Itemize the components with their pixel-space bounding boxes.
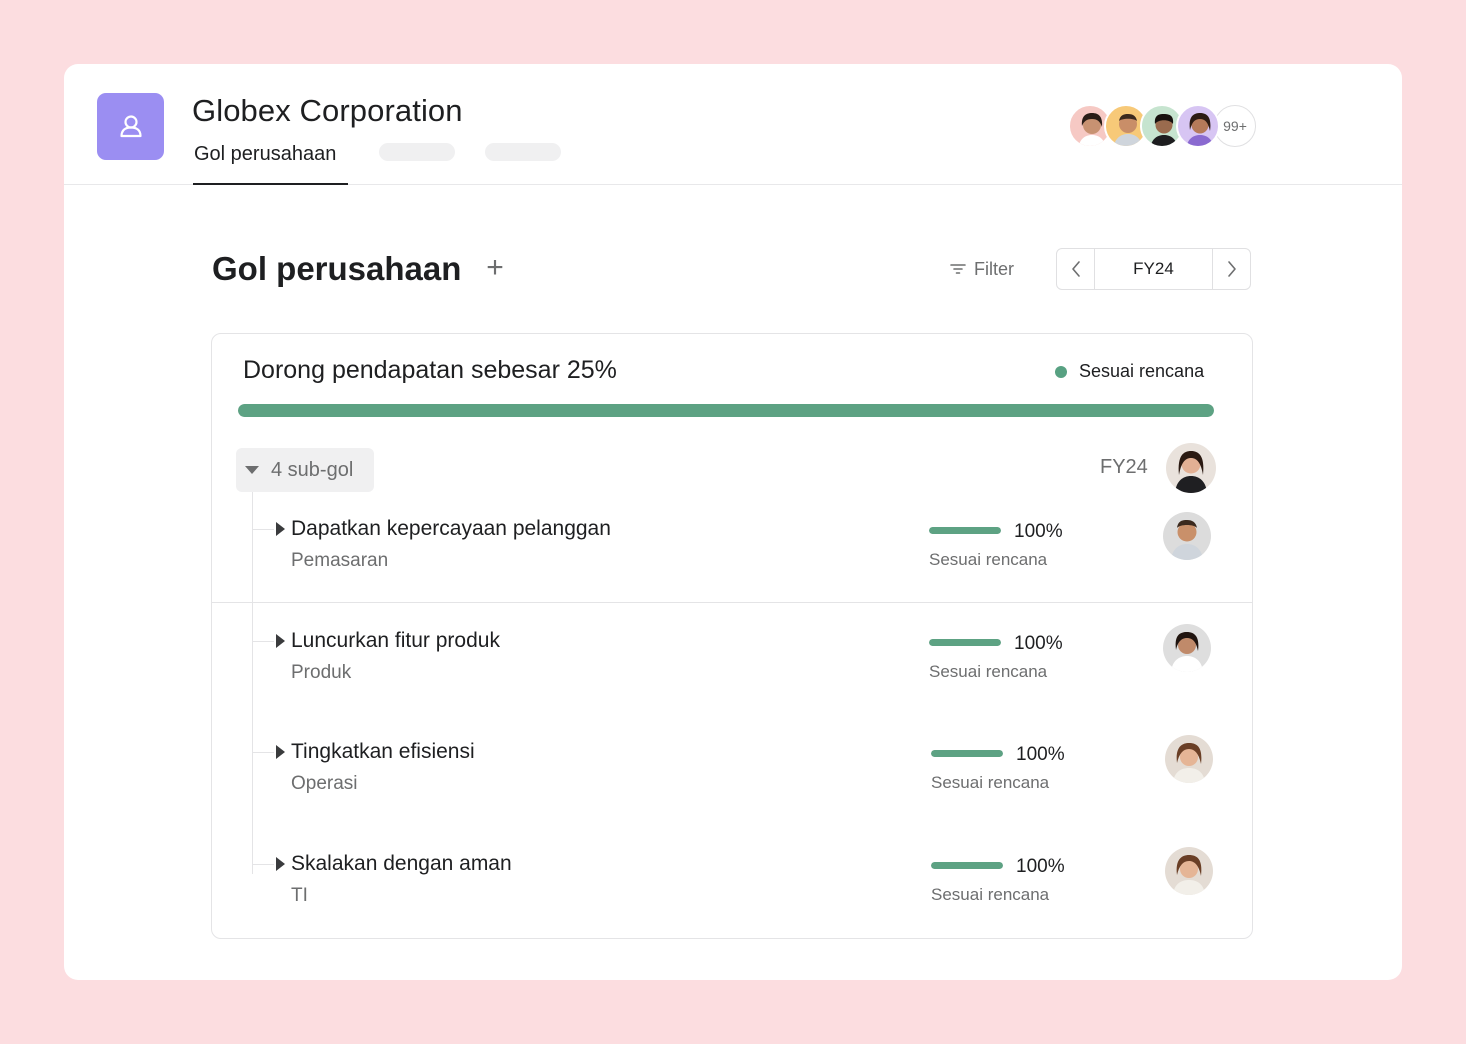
status-badge: Sesuai rencana — [1055, 361, 1204, 382]
subgoal-percent: 100% — [1014, 633, 1063, 654]
row-divider — [212, 602, 1252, 603]
caret-right-icon[interactable] — [276, 522, 285, 536]
avatar[interactable] — [1163, 512, 1211, 560]
member-avatars[interactable]: 99+ — [1068, 104, 1256, 148]
team-icon[interactable] — [97, 93, 164, 160]
goal-progress-fill — [238, 404, 1214, 417]
subgoal-status: Sesuai rencana — [929, 550, 1048, 569]
subgoal-progress-fill — [931, 750, 1003, 757]
list-item[interactable]: Luncurkan fitur produk Produk 100% Sesua… — [212, 613, 1252, 725]
status-dot — [1055, 365, 1067, 378]
page-title: Gol perusahaan — [212, 250, 462, 287]
goal-card[interactable]: Dorong pendapatan sebesar 25% Sesuai ren… — [211, 333, 1253, 939]
subgoal-percent: 100% — [1016, 744, 1065, 765]
subgoal-progress-bar — [931, 862, 1003, 869]
goal-progress-bar — [238, 404, 1214, 417]
caret-right-icon[interactable] — [276, 745, 285, 759]
chevron-left-icon[interactable] — [1057, 249, 1095, 289]
subgoals-toggle[interactable]: 4 sub-gol — [236, 448, 374, 492]
subgoal-percent: 100% — [1014, 521, 1063, 542]
subgoal-progress-bar — [931, 750, 1003, 757]
period-label[interactable]: FY24 — [1095, 249, 1212, 289]
tab-placeholder[interactable] — [485, 143, 561, 161]
goals-window: Globex Corporation Gol perusahaan 99+ Go… — [64, 64, 1402, 980]
subgoal-status: Sesuai rencana — [931, 885, 1050, 904]
subgoal-status: Sesuai rencana — [929, 662, 1048, 681]
subgoals-count: 4 sub-gol — [271, 458, 354, 481]
subgoal-team: Operasi — [291, 773, 358, 794]
subgoal-name[interactable]: Tingkatkan efisiensi — [291, 740, 475, 764]
avatar[interactable] — [1163, 624, 1211, 672]
subgoal-name[interactable]: Skalakan dengan aman — [291, 852, 512, 876]
tree-branch — [252, 864, 274, 865]
subgoal-name[interactable]: Luncurkan fitur produk — [291, 629, 500, 653]
org-title: Globex Corporation — [192, 93, 463, 128]
chevron-right-icon[interactable] — [1212, 249, 1250, 289]
subgoal-team: TI — [291, 885, 308, 906]
caret-right-icon[interactable] — [276, 634, 285, 648]
list-item[interactable]: Skalakan dengan aman TI 100% Sesuai renc… — [212, 836, 1252, 948]
header: Globex Corporation Gol perusahaan 99+ — [64, 64, 1402, 185]
subgoal-progress-bar — [929, 639, 1001, 646]
member-overflow-count[interactable]: 99+ — [1214, 105, 1256, 147]
list-item[interactable]: Dapatkan kepercayaan pelanggan Pemasaran… — [212, 501, 1252, 613]
subgoal-progress-fill — [929, 639, 1001, 646]
period-selector: FY24 — [1056, 248, 1251, 290]
subgoal-progress-bar — [929, 527, 1001, 534]
goal-period: FY24 — [1100, 456, 1148, 478]
caret-down-icon — [245, 466, 259, 474]
subgoal-progress-fill — [931, 862, 1003, 869]
filter-label: Filter — [974, 258, 1014, 279]
filter-button[interactable]: Filter — [950, 257, 1014, 281]
avatar[interactable] — [1165, 847, 1213, 895]
list-item[interactable]: Tingkatkan efisiensi Operasi 100% Sesuai… — [212, 724, 1252, 836]
plus-icon[interactable]: + — [481, 251, 509, 285]
subgoal-team: Produk — [291, 662, 352, 683]
tree-branch — [252, 752, 274, 753]
tab-placeholder[interactable] — [379, 143, 455, 161]
goal-title[interactable]: Dorong pendapatan sebesar 25% — [243, 356, 617, 385]
filter-icon — [950, 264, 966, 274]
subgoal-name[interactable]: Dapatkan kepercayaan pelanggan — [291, 517, 611, 541]
subgoal-status: Sesuai rencana — [931, 773, 1050, 792]
status-label: Sesuai rencana — [1079, 361, 1205, 381]
subgoal-percent: 100% — [1016, 856, 1065, 877]
avatar[interactable] — [1165, 735, 1213, 783]
avatar[interactable] — [1176, 104, 1220, 148]
tree-branch — [252, 641, 274, 642]
subgoal-team: Pemasaran — [291, 550, 389, 571]
avatar[interactable] — [1166, 443, 1216, 493]
tree-branch — [252, 529, 274, 530]
subgoal-progress-fill — [929, 527, 1001, 534]
caret-right-icon[interactable] — [276, 857, 285, 871]
tab-company-goals[interactable]: Gol perusahaan — [193, 143, 348, 185]
